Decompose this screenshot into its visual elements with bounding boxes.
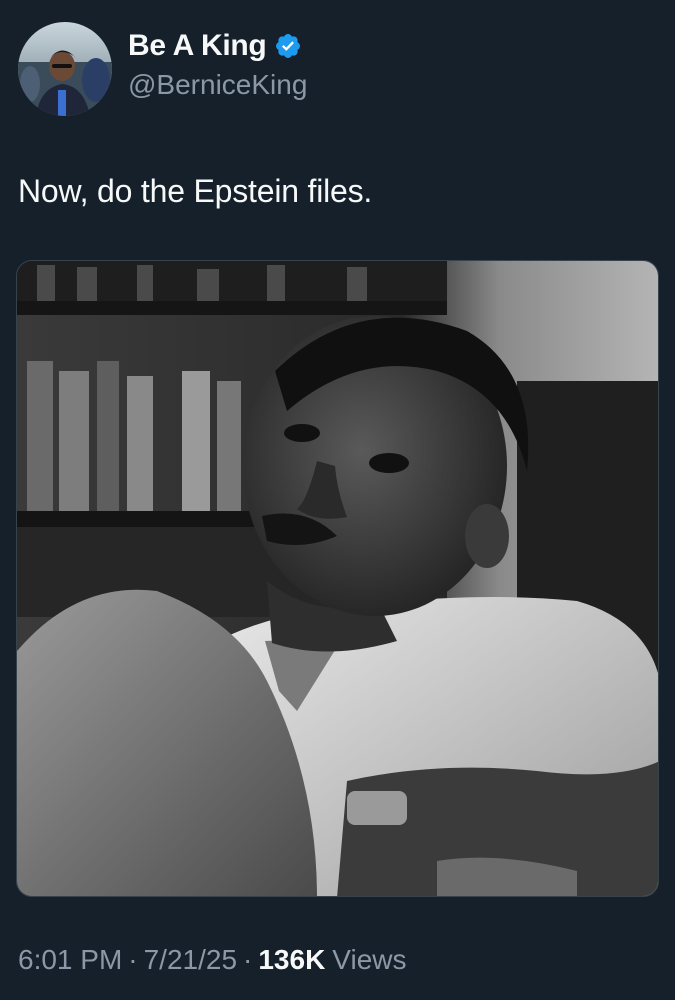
meta-separator: · <box>243 944 253 975</box>
display-name[interactable]: Be A King <box>128 29 267 63</box>
name-row: Be A King <box>128 29 307 63</box>
avatar-photo <box>18 22 112 116</box>
tweet-date[interactable]: 7/21/25 <box>144 944 237 976</box>
tweet-text: Now, do the Epstein files. <box>18 173 373 209</box>
tweet-time[interactable]: 6:01 PM <box>18 944 122 976</box>
avatar[interactable] <box>18 22 112 116</box>
views-label[interactable]: Views <box>332 944 406 976</box>
tweet-media[interactable] <box>16 260 659 897</box>
black-and-white-photo-icon <box>17 261 658 896</box>
author-info: Be A King @BerniceKing <box>128 29 307 101</box>
verified-badge-icon[interactable] <box>274 32 302 60</box>
meta-separator: · <box>128 944 138 975</box>
handle[interactable]: @BerniceKing <box>128 69 307 101</box>
tweet-meta: 6:01 PM · 7/21/25 · 136K Views <box>18 944 406 976</box>
views-count[interactable]: 136K <box>258 944 325 976</box>
tweet-header: Be A King @BerniceKing <box>18 22 307 116</box>
tweet: Be A King @BerniceKing Now, do the Epste… <box>0 0 675 1000</box>
